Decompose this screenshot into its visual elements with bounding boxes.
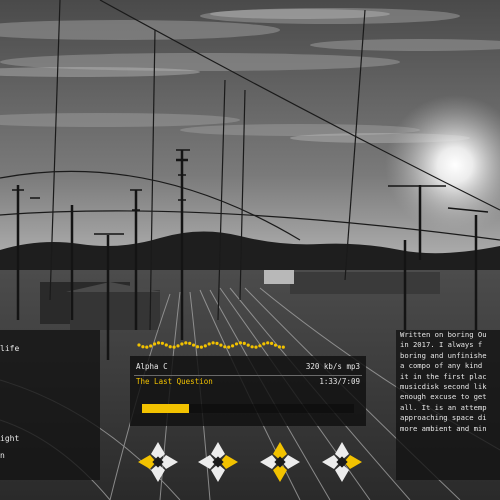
dot <box>250 345 254 349</box>
description-line: musicdisk second lik <box>400 382 487 392</box>
track-title: The Last Question <box>136 377 213 386</box>
dot <box>192 343 196 347</box>
stop-icon <box>274 456 286 468</box>
description-line: in 2017. I always f <box>400 340 483 350</box>
dot <box>262 342 266 346</box>
dot <box>184 341 188 345</box>
dot <box>168 345 172 349</box>
dot <box>266 341 270 345</box>
music-player-screen: life ight n Alpha C 320 kb/s mp3 The Las… <box>0 0 500 500</box>
dot <box>207 342 211 346</box>
dot <box>234 342 239 346</box>
dot <box>238 341 242 345</box>
dot <box>277 345 281 349</box>
elapsed-time: 1:33/7:09 <box>319 377 360 386</box>
bitrate-label: 320 kb/s mp3 <box>305 362 360 371</box>
dot <box>156 341 161 345</box>
description-line: enough excuse to get <box>400 392 487 402</box>
dot <box>172 345 176 349</box>
previous-button[interactable] <box>134 438 182 486</box>
playlist-item-2[interactable]: ight <box>0 434 19 443</box>
track-title-row: The Last Question 1:33/7:09 <box>136 377 360 389</box>
description-line: more ambient and min <box>400 423 487 433</box>
dot <box>219 343 223 347</box>
play-icon <box>212 456 224 468</box>
dot <box>195 345 200 349</box>
dot <box>281 345 285 349</box>
dot-pattern <box>137 341 285 349</box>
dot <box>164 343 168 347</box>
dot <box>153 342 157 346</box>
next-button[interactable] <box>318 438 366 486</box>
divider <box>134 375 362 376</box>
description-line: a compo of any kind <box>400 361 483 371</box>
dot <box>231 344 235 348</box>
dot <box>258 344 262 348</box>
dot <box>145 345 149 349</box>
playlist-panel: life ight n <box>0 330 100 480</box>
dot <box>227 345 231 349</box>
dot <box>211 341 215 345</box>
description-line: Written on boring Ou <box>400 330 487 339</box>
dot <box>180 342 184 346</box>
dot <box>242 341 246 345</box>
dot <box>246 343 250 347</box>
dot <box>203 344 207 348</box>
dot <box>149 344 153 348</box>
description-line: all. It is an attemp <box>400 402 487 412</box>
dot <box>199 345 203 349</box>
dot <box>160 341 164 345</box>
dot <box>188 341 192 345</box>
dot <box>137 343 141 347</box>
description-panel: Written on boring Ou in 2017. I always fb… <box>396 330 500 480</box>
dot <box>273 343 278 347</box>
dot <box>223 345 227 349</box>
dot <box>176 344 180 348</box>
description-line: it in the first plac <box>400 371 487 381</box>
play-button[interactable] <box>194 438 242 486</box>
dot <box>254 345 258 349</box>
track-info-row: Alpha C 320 kb/s mp3 <box>136 362 360 374</box>
dot <box>141 345 145 349</box>
stop-button[interactable] <box>256 438 304 486</box>
description-line: approaching space di <box>400 413 487 423</box>
dot <box>215 341 219 345</box>
progress-bar[interactable] <box>142 404 354 413</box>
description-text: Written on boring Ou in 2017. I always fb… <box>396 330 500 434</box>
prev-icon <box>152 456 164 468</box>
player-panel: Alpha C 320 kb/s mp3 The Last Question 1… <box>130 356 366 426</box>
description-line: boring and unfinishe <box>400 350 487 360</box>
progress-fill <box>142 404 189 413</box>
dot <box>270 341 274 345</box>
playlist-item-1[interactable]: life <box>0 344 19 353</box>
playlist-item-3[interactable]: n <box>0 451 5 460</box>
artist-name: Alpha C <box>136 362 168 371</box>
next-icon <box>336 456 348 468</box>
